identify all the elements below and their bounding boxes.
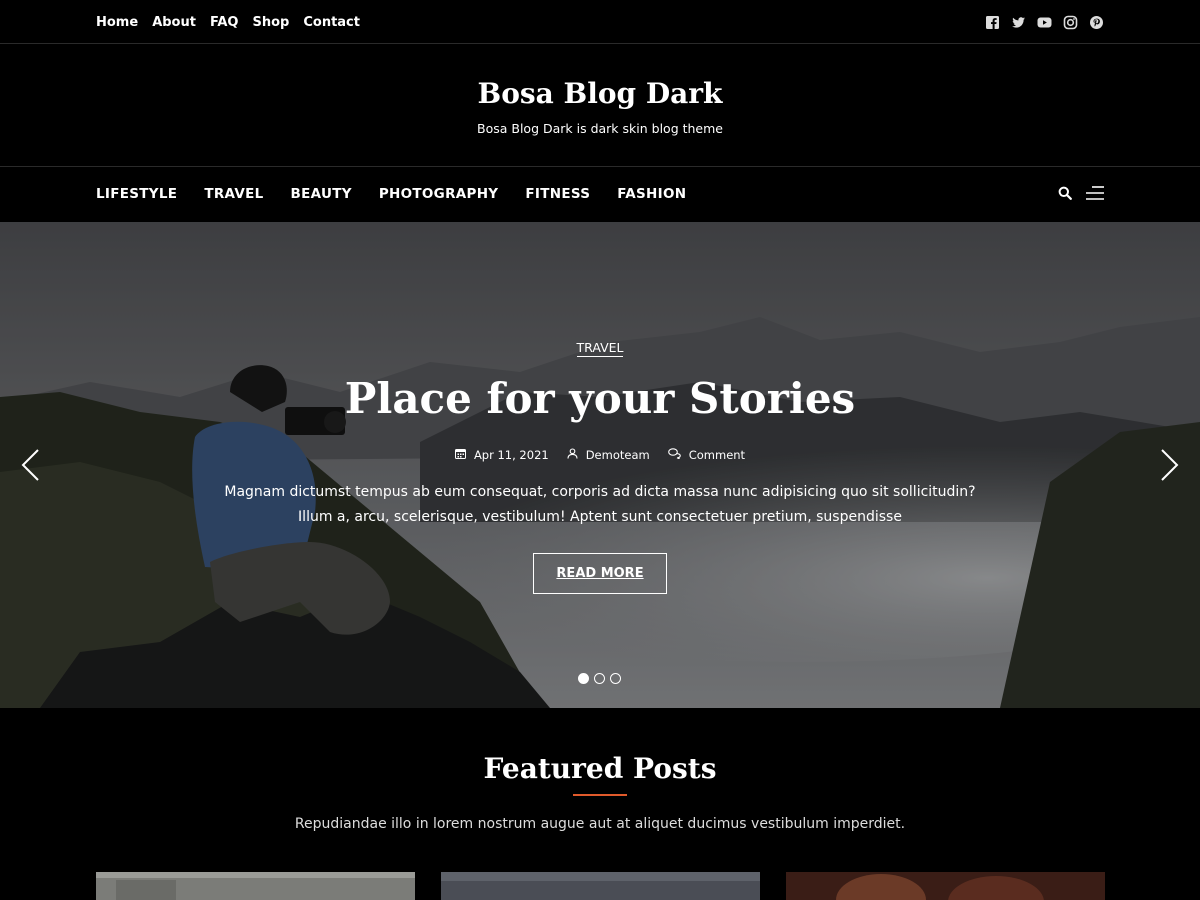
post-category: TRAVEL [0,340,1200,357]
featured-post-image [441,872,760,900]
slider-prev-arrow[interactable] [20,448,42,482]
menu-item-fashion[interactable]: FASHION [617,186,686,202]
site-description: Bosa Blog Dark is dark skin blog theme [477,121,723,136]
featured-posts-section: Featured Posts Repudiandae illo in lorem… [0,708,1200,900]
main-menu: LIFESTYLE TRAVEL BEAUTY PHOTOGRAPHY FITN… [96,186,686,202]
post-date[interactable]: Apr 11, 2021 [454,448,549,462]
nav-icons [1058,186,1104,205]
top-navigation: Home About FAQ Shop Contact [96,15,360,30]
comments-icon [667,448,681,462]
top-nav-contact[interactable]: Contact [303,15,360,30]
featured-post-card[interactable] [786,872,1105,900]
post-author[interactable]: Demoteam [567,448,650,462]
slider-next-arrow[interactable] [1158,448,1180,482]
post-comments[interactable]: Comment [667,448,746,462]
featured-post-image [786,872,1105,900]
menu-item-photography[interactable]: PHOTOGRAPHY [379,186,499,202]
menu-item-fitness[interactable]: FITNESS [525,186,590,202]
featured-post-image [96,872,415,900]
main-navigation: LIFESTYLE TRAVEL BEAUTY PHOTOGRAPHY FITN… [0,167,1200,222]
slider-dot[interactable] [594,673,605,684]
calendar-icon [454,448,466,462]
read-more-button[interactable]: READ MORE [533,553,667,594]
post-excerpt: Magnam dictumst tempus ab eum consequat,… [224,484,976,525]
search-icon[interactable] [1058,186,1072,205]
hero-slider: TRAVEL Place for your Stories Apr 11, 20… [0,222,1200,708]
post-author-name: Demoteam [585,448,650,462]
post-date-text: Apr 11, 2021 [473,448,549,462]
featured-post-card[interactable] [96,872,415,900]
social-links [985,15,1104,30]
facebook-icon[interactable] [985,15,1000,30]
twitter-icon[interactable] [1011,15,1026,30]
featured-post-card[interactable] [441,872,760,900]
title-underline [573,794,627,796]
menu-item-beauty[interactable]: BEAUTY [291,186,352,202]
hamburger-menu-icon[interactable] [1086,186,1104,205]
top-nav-faq[interactable]: FAQ [210,15,239,30]
post-comments-label: Comment [688,448,746,462]
top-nav-shop[interactable]: Shop [252,15,289,30]
youtube-icon[interactable] [1037,15,1052,30]
menu-item-lifestyle[interactable]: LIFESTYLE [96,186,177,202]
top-nav-about[interactable]: About [152,15,196,30]
slider-dot[interactable] [610,673,621,684]
site-branding: Bosa Blog Dark Bosa Blog Dark is dark sk… [0,44,1200,167]
top-bar: Home About FAQ Shop Contact [0,0,1200,44]
menu-item-travel[interactable]: TRAVEL [204,186,263,202]
slider-dot[interactable] [578,673,589,684]
pinterest-icon[interactable] [1089,15,1104,30]
top-nav-home[interactable]: Home [96,15,138,30]
slider-dots [578,673,621,684]
post-title[interactable]: Place for your Stories [0,374,1200,423]
category-link[interactable]: TRAVEL [576,340,624,357]
post-meta: Apr 11, 2021 Demoteam Comment [0,448,1200,462]
site-title[interactable]: Bosa Blog Dark [0,77,1200,110]
featured-posts-title: Featured Posts [483,752,717,785]
instagram-icon[interactable] [1063,15,1078,30]
featured-posts-subtitle: Repudiandae illo in lorem nostrum augue … [294,816,906,832]
hero-overlay [0,222,1200,708]
user-icon [567,448,578,462]
